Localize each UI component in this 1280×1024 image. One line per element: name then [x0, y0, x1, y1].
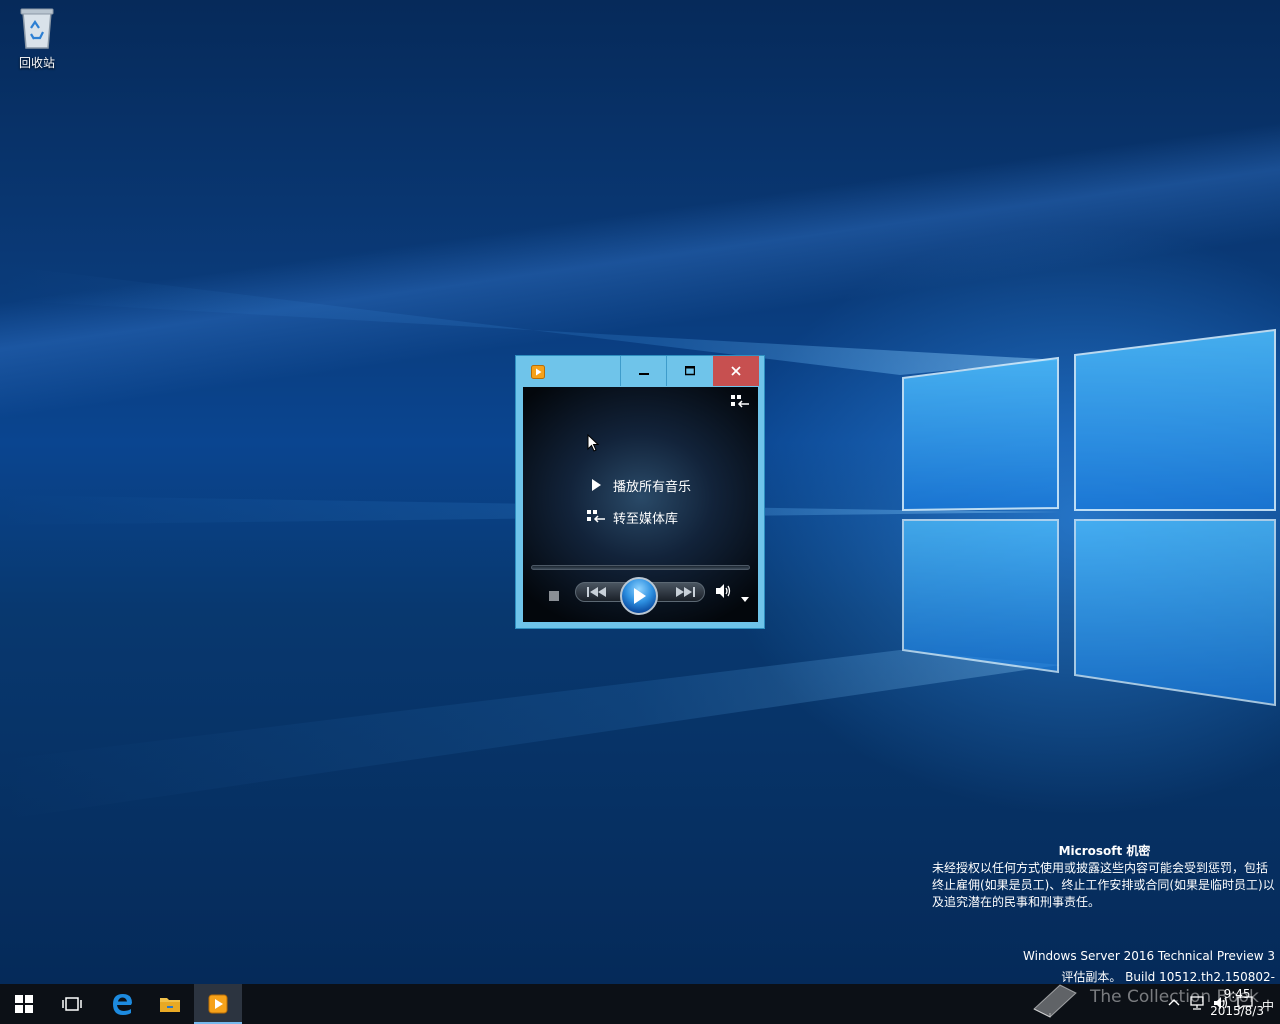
- volume-dropdown-button[interactable]: [741, 588, 749, 602]
- playback-controls: [523, 577, 758, 617]
- go-to-library-label: 转至媒体库: [613, 511, 679, 527]
- task-view-button[interactable]: [48, 984, 96, 1024]
- media-player-icon: [531, 364, 545, 379]
- collection-book-watermark: The Collection Book: [1030, 975, 1270, 1019]
- media-player-taskbar-button[interactable]: [194, 984, 242, 1024]
- chevron-down-icon: [741, 597, 749, 602]
- player-content-area: 播放所有音乐 转至媒体库: [523, 387, 758, 622]
- start-button[interactable]: [0, 984, 48, 1024]
- desktop-icon-label: 回收站: [18, 56, 55, 70]
- volume-icon: [716, 584, 731, 598]
- maximize-button[interactable]: [666, 356, 712, 386]
- file-explorer-icon: [160, 998, 180, 1012]
- recycle-bin-icon: [17, 6, 57, 50]
- mouse-cursor-icon: [587, 434, 599, 452]
- task-view-icon: [62, 997, 82, 1011]
- library-icon: [585, 509, 607, 525]
- previous-icon: [587, 587, 606, 597]
- file-explorer-button[interactable]: [146, 984, 194, 1024]
- edition-label: Windows Server 2016 Technical Preview 3: [1023, 949, 1275, 963]
- play-icon: [585, 477, 607, 493]
- edge-icon: [113, 994, 132, 1015]
- play-all-music-label: 播放所有音乐: [613, 479, 692, 495]
- previous-button[interactable]: [583, 584, 613, 600]
- collection-book-text: The Collection Book: [1090, 987, 1259, 1007]
- close-button[interactable]: [713, 356, 759, 386]
- mute-button[interactable]: [715, 583, 733, 599]
- minimize-button[interactable]: [620, 356, 666, 386]
- confidential-notice: Microsoft 机密 未经授权以任何方式使用或披露这些内容可能会受到惩罚，包…: [932, 843, 1277, 911]
- seek-bar[interactable]: [531, 565, 750, 570]
- confidential-title: Microsoft 机密: [1058, 844, 1151, 858]
- close-icon: [731, 366, 741, 376]
- minimize-icon: [638, 373, 649, 375]
- book-icon: [1033, 984, 1077, 1018]
- play-button[interactable]: [620, 577, 658, 615]
- stop-button[interactable]: [549, 591, 559, 601]
- window-titlebar[interactable]: [516, 356, 764, 386]
- confidential-body: 未经授权以任何方式使用或披露这些内容可能会受到惩罚，包括终止雇佣(如果是员工)、…: [932, 861, 1275, 909]
- play-all-music-link[interactable]: 播放所有音乐: [585, 475, 691, 495]
- desktop-icon-recycle-bin[interactable]: 回收站: [6, 6, 68, 78]
- media-player-window: 播放所有音乐 转至媒体库: [515, 355, 765, 629]
- next-icon: [676, 587, 695, 597]
- switch-to-library-button[interactable]: [730, 394, 750, 410]
- next-button[interactable]: [669, 584, 699, 600]
- maximize-icon: [684, 366, 695, 376]
- edge-button[interactable]: [98, 984, 146, 1024]
- play-icon: [634, 588, 646, 604]
- media-player-icon: [208, 994, 228, 1014]
- switch-to-library-icon: [731, 395, 749, 408]
- go-to-library-link[interactable]: 转至媒体库: [585, 507, 678, 527]
- start-icon: [15, 995, 33, 1013]
